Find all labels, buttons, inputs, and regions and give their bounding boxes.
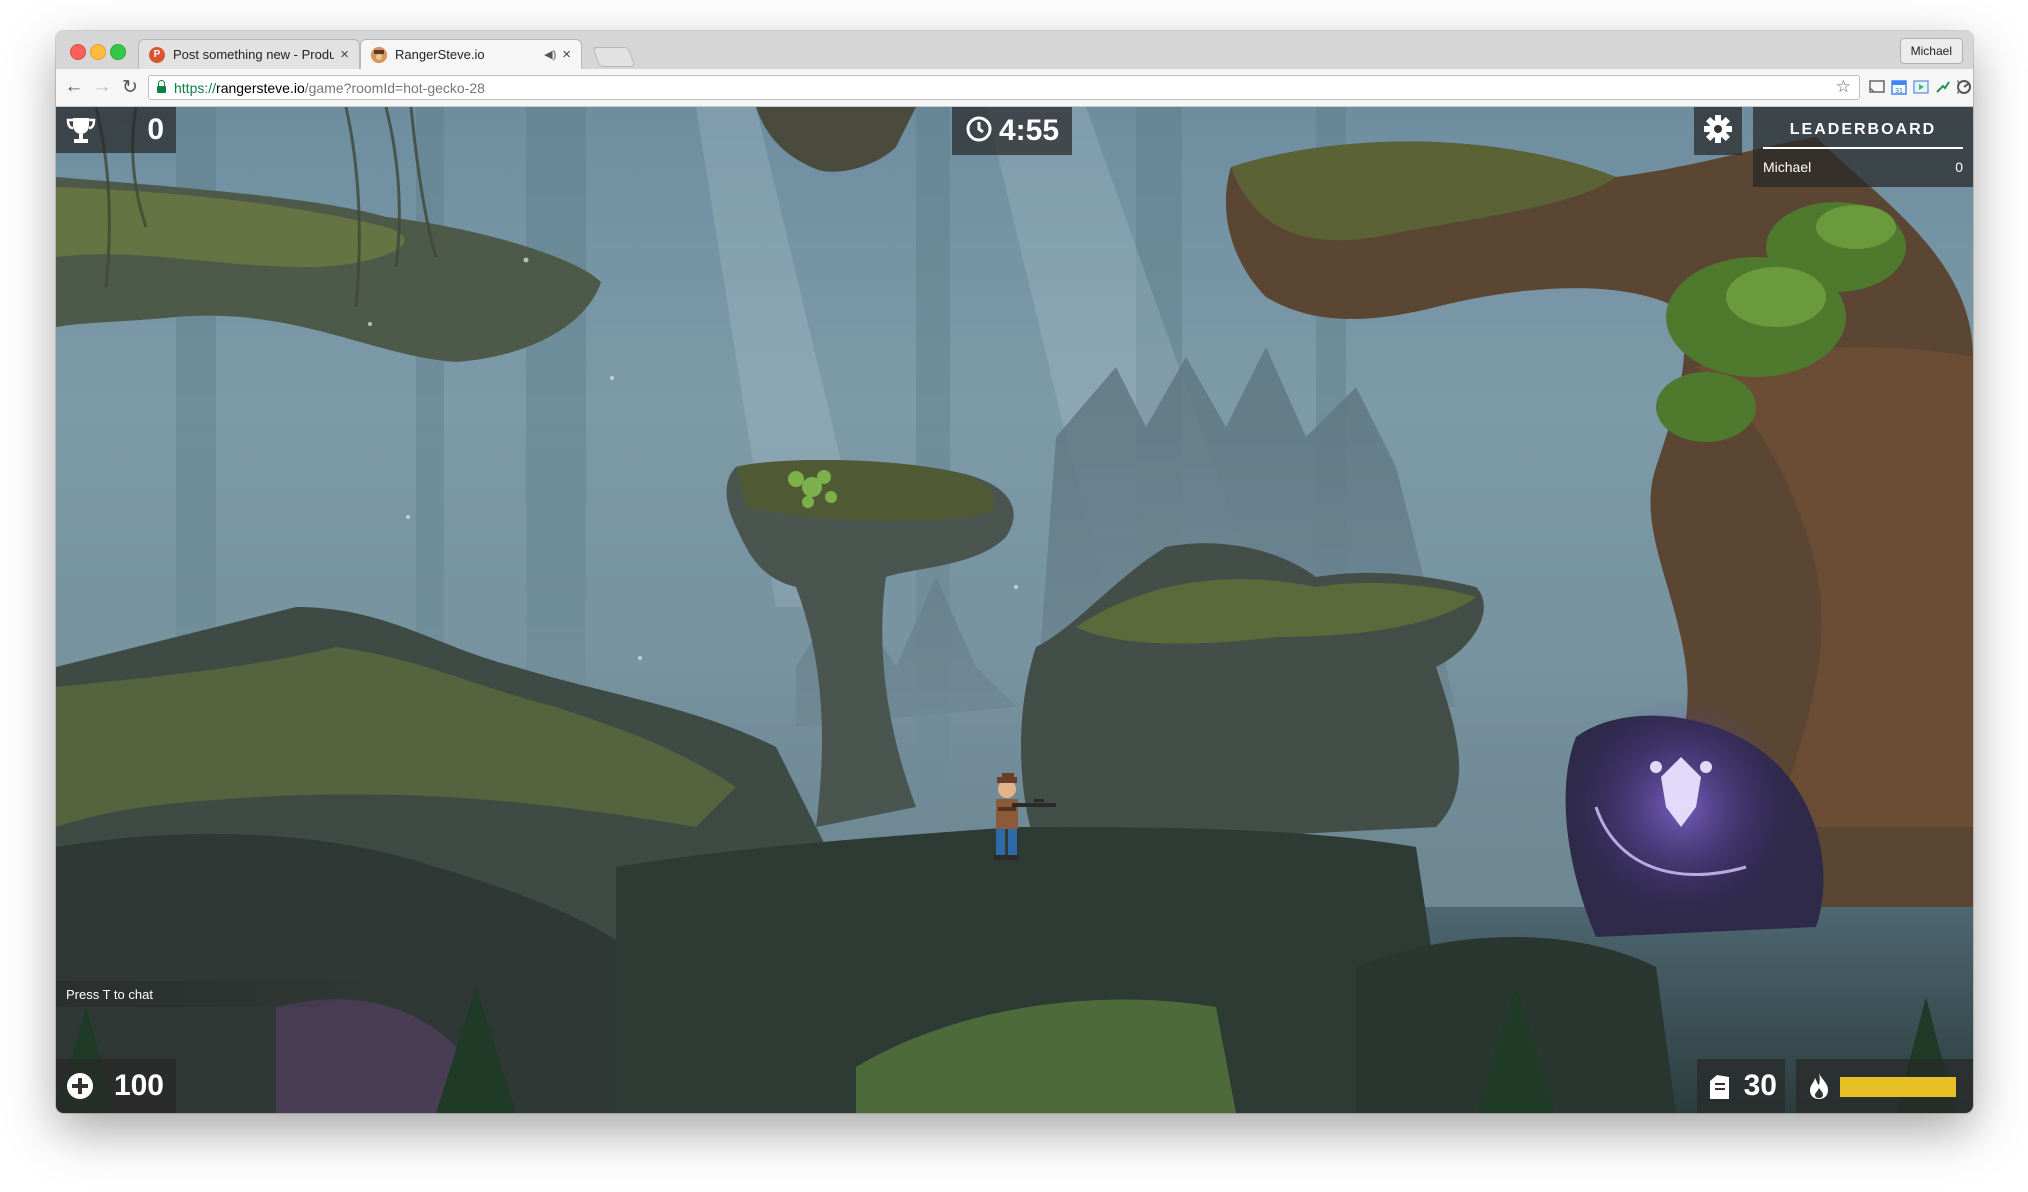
leaderboard-player-name: Michael: [1763, 159, 1812, 175]
health-plus-icon: [66, 1072, 94, 1105]
close-window-button[interactable]: [70, 44, 86, 60]
trophy-icon: [66, 116, 96, 149]
jetpack-fuel-track: [1840, 1077, 1956, 1097]
back-arrow-icon[interactable]: ←: [62, 75, 86, 99]
leaderboard-panel: LEADERBOARD Michael 0: [1753, 107, 1973, 187]
close-tab-icon[interactable]: ×: [340, 46, 349, 63]
leaderboard-row: Michael 0: [1763, 159, 1963, 175]
game-canvas[interactable]: 0 4:55 LEADERBOARD Michael 0 Press T to …: [56, 107, 1973, 1113]
leaderboard-title: LEADERBOARD: [1763, 107, 1963, 149]
cast-icon[interactable]: [1868, 78, 1886, 96]
ammo-clip-icon: [1707, 1073, 1731, 1106]
tab-product-hunt[interactable]: P Post something new - Product Hunt ×: [138, 39, 360, 69]
leaderboard-player-score: 0: [1955, 159, 1963, 175]
svg-text:31: 31: [1895, 88, 1903, 95]
score-value: 0: [147, 113, 164, 146]
rangersteve-favicon-icon: [371, 46, 387, 63]
jungle-scene: [56, 107, 1973, 1113]
tab-title: Post something new - Product Hunt: [173, 47, 335, 62]
url-text: https://rangersteve.io/game?roomId=hot-g…: [174, 79, 485, 96]
clock-icon: [965, 115, 993, 148]
lock-icon: [157, 80, 166, 93]
minimize-window-button[interactable]: [90, 44, 106, 60]
chat-hint: Press T to chat: [56, 981, 386, 1007]
product-hunt-favicon-icon: P: [149, 46, 165, 63]
screencast-extension-icon[interactable]: [1912, 78, 1930, 96]
profile-button[interactable]: Michael: [1899, 38, 1963, 64]
score-panel: 0: [56, 107, 176, 153]
flame-icon: [1808, 1072, 1830, 1105]
ammo-panel: 30: [1697, 1059, 1785, 1113]
bookmark-star-icon[interactable]: ☆: [1836, 77, 1851, 97]
round-timer: 4:55: [952, 107, 1072, 155]
ammo-value: 30: [1743, 1069, 1777, 1102]
gear-icon: [1703, 114, 1733, 149]
calendar-extension-icon[interactable]: 31: [1890, 78, 1908, 96]
tab-strip: P Post something new - Product Hunt × Ra…: [56, 31, 1973, 69]
jetpack-fuel-panel: [1796, 1059, 1973, 1113]
browser-toolbar: ← → ↻ https://rangersteve.io/game?roomId…: [56, 69, 1973, 107]
browser-window: P Post something new - Product Hunt × Ra…: [56, 31, 1973, 1113]
reload-icon[interactable]: ↻: [118, 75, 142, 99]
audio-playing-icon[interactable]: ◀): [544, 48, 556, 61]
health-panel: 100: [56, 1059, 176, 1113]
settings-button[interactable]: [1694, 107, 1742, 155]
browser-menu-icon[interactable]: ⋮: [1949, 78, 1967, 96]
jetpack-fuel-bar: [1840, 1077, 1956, 1097]
zoom-window-button[interactable]: [110, 44, 126, 60]
forward-arrow-icon[interactable]: →: [90, 75, 114, 99]
timer-value: 4:55: [998, 114, 1060, 147]
new-tab-button[interactable]: [592, 47, 636, 67]
address-bar[interactable]: https://rangersteve.io/game?roomId=hot-g…: [148, 75, 1860, 100]
tab-rangersteve[interactable]: RangerSteve.io ◀) ×: [360, 39, 582, 69]
health-value: 100: [113, 1069, 164, 1102]
tab-title: RangerSteve.io: [395, 47, 485, 62]
close-tab-icon[interactable]: ×: [562, 46, 571, 63]
